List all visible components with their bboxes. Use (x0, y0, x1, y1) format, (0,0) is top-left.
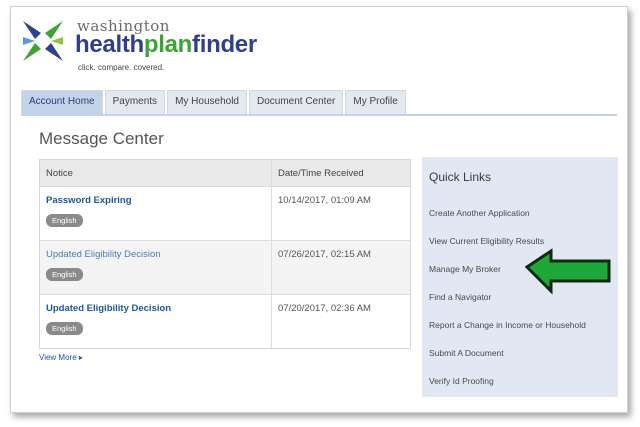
notice-link[interactable]: Updated Eligibility Decision (46, 303, 271, 314)
notice-cell: Updated Eligibility Decision English (40, 295, 272, 348)
language-badge[interactable]: English (46, 214, 83, 227)
main-tabs: Account Home Payments My Household Docum… (21, 90, 408, 114)
notice-link[interactable]: Updated Eligibility Decision (46, 249, 271, 260)
tab-my-household[interactable]: My Household (167, 90, 247, 114)
notice-cell: Updated Eligibility Decision English (40, 241, 272, 294)
notice-cell: Password Expiring English (40, 187, 272, 240)
table-row: Updated Eligibility Decision English 07/… (40, 294, 410, 348)
brand-name: healthplanfinder (75, 31, 257, 58)
quick-links-title: Quick Links (429, 170, 492, 184)
quick-link-report-change[interactable]: Report a Change in Income or Household (429, 320, 586, 330)
quick-link-verify-id[interactable]: Verify Id Proofing (429, 376, 494, 386)
date-cell: 10/14/2017, 01:09 AM (278, 195, 371, 206)
table-header: Notice Date/Time Received (40, 160, 410, 186)
page-title: Message Center (39, 129, 164, 148)
tab-document-center[interactable]: Document Center (248, 90, 344, 114)
message-table: Notice Date/Time Received Password Expir… (39, 159, 411, 349)
table-row: Password Expiring English 10/14/2017, 01… (40, 186, 410, 240)
column-header-notice: Notice (40, 160, 272, 186)
quick-link-find-navigator[interactable]: Find a Navigator (429, 292, 491, 302)
site-logo[interactable]: washington healthplanfinder click. compa… (21, 17, 281, 77)
tab-payments[interactable]: Payments (104, 90, 166, 114)
green-arrow-icon (524, 248, 611, 295)
date-cell: 07/26/2017, 02:15 AM (278, 249, 371, 260)
quick-link-submit-document[interactable]: Submit A Document (429, 348, 504, 358)
language-badge[interactable]: English (46, 322, 83, 335)
table-row: Updated Eligibility Decision English 07/… (40, 240, 410, 294)
quick-link-manage-broker[interactable]: Manage My Broker (429, 264, 501, 274)
tab-underline (21, 114, 617, 116)
column-header-date: Date/Time Received (278, 168, 364, 179)
view-more-link[interactable]: View More ▸ (39, 353, 83, 362)
language-badge[interactable]: English (46, 268, 83, 281)
quick-link-create-application[interactable]: Create Another Application (429, 208, 530, 218)
brand-tagline: click. compare. covered. (78, 63, 165, 72)
tab-account-home[interactable]: Account Home (21, 90, 103, 114)
tab-my-profile[interactable]: My Profile (345, 90, 406, 114)
page-frame: washington healthplanfinder click. compa… (10, 6, 628, 413)
date-cell: 07/20/2017, 02:36 AM (278, 303, 371, 314)
quick-link-view-eligibility[interactable]: View Current Eligibility Results (429, 236, 544, 246)
logo-mark-icon (23, 21, 63, 61)
notice-link[interactable]: Password Expiring (46, 195, 271, 206)
